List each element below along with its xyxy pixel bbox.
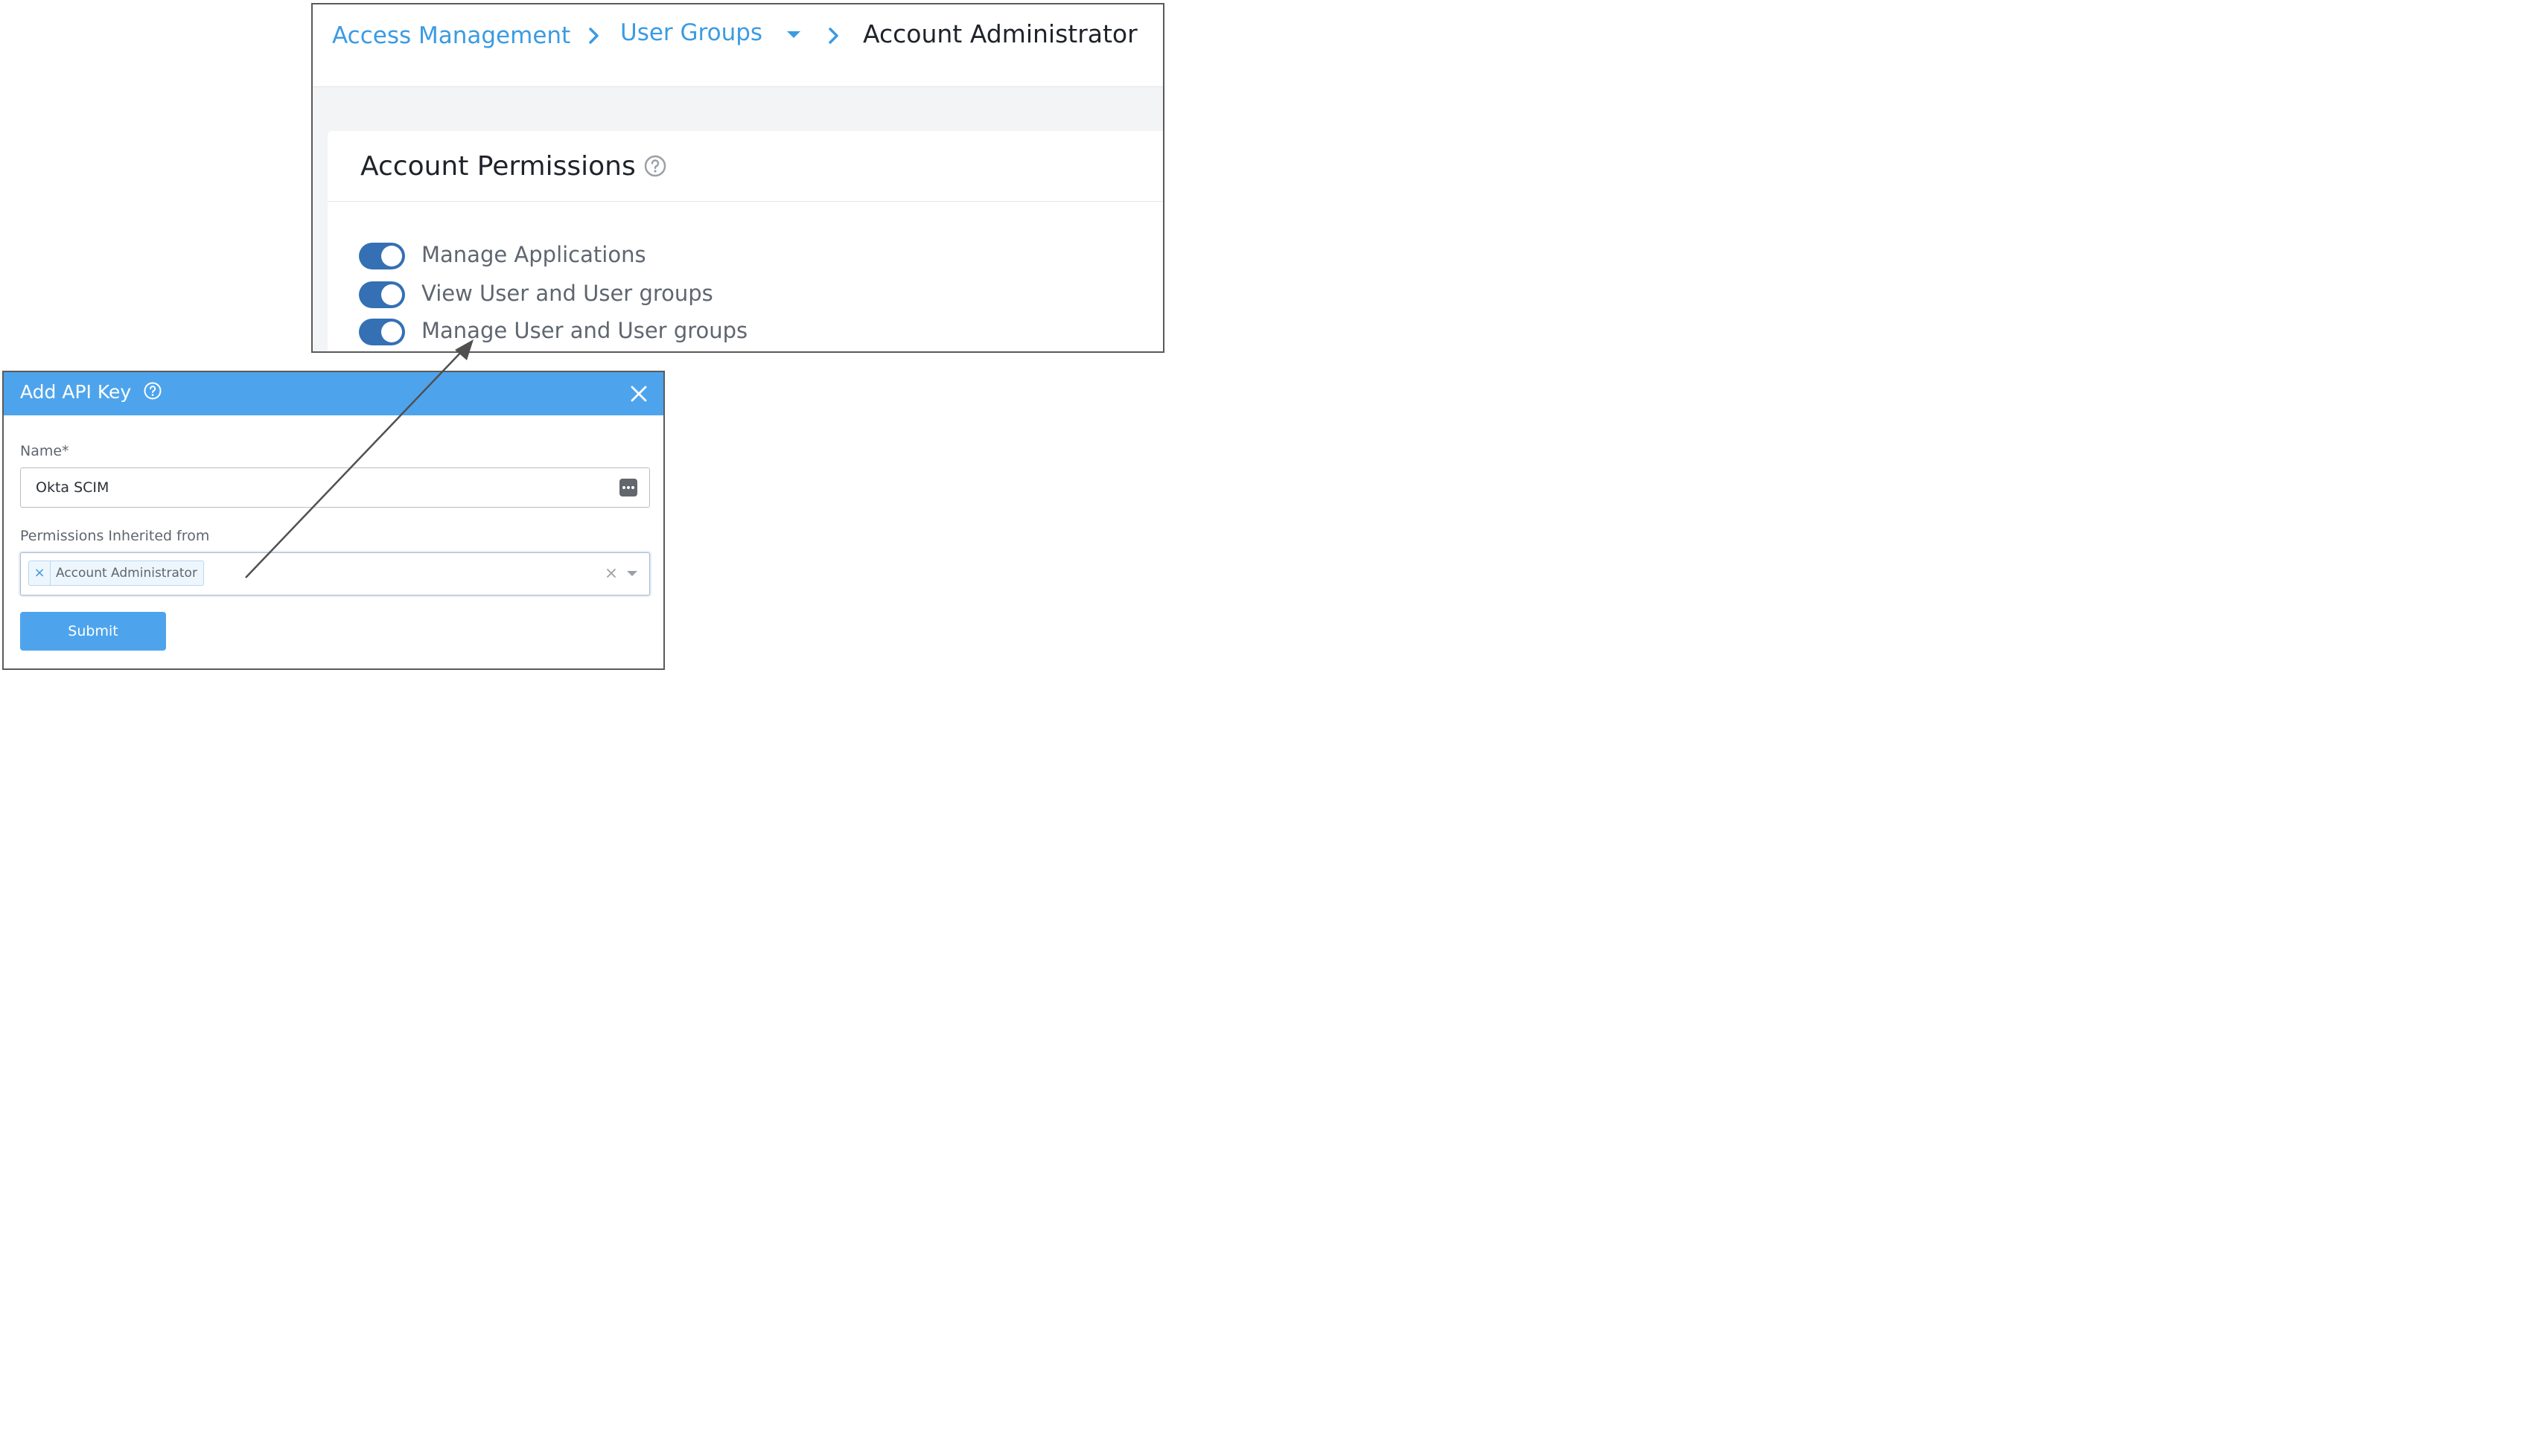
toggle-manage-user-groups[interactable] [359,319,405,345]
breadcrumb: Access Management User Groups Account Ad… [313,4,1163,87]
breadcrumb-user-groups[interactable]: User Groups [620,18,762,48]
password-dots-icon[interactable] [619,479,637,496]
chevron-right-icon [589,28,599,44]
breadcrumb-account-administrator: Account Administrator [863,19,1138,48]
help-icon[interactable] [644,155,666,177]
permission-label: Manage Applications [421,242,646,267]
toggle-manage-applications[interactable] [359,243,405,269]
close-icon[interactable] [629,384,649,403]
toggle-knob [381,246,402,266]
caret-down-icon[interactable] [627,571,637,576]
user-group-permissions-panel: Access Management User Groups Account Ad… [311,3,1164,353]
add-api-key-dialog: Add API Key Name* Okta SCIM Permissions … [2,371,665,670]
dialog-title: Add API Key [20,381,132,403]
selected-tag: × Account Administrator [28,561,204,586]
permissions-inherited-label: Permissions Inherited from [20,528,210,544]
breadcrumb-access-management[interactable]: Access Management [332,21,570,51]
toggle-view-user-groups[interactable] [359,281,405,308]
submit-button[interactable]: Submit [20,612,166,651]
help-icon[interactable] [144,382,162,400]
account-permissions-card: Account Permissions Manage Applications … [328,131,1163,351]
name-input[interactable]: Okta SCIM [20,467,650,508]
dialog-header: Add API Key [4,372,663,415]
account-permissions-title: Account Permissions [360,151,636,182]
name-value: Okta SCIM [36,479,109,496]
toggle-knob [381,322,402,342]
account-permissions-header: Account Permissions [328,131,1163,202]
selected-tag-label: Account Administrator [56,566,197,581]
permission-label: Manage User and User groups [421,318,748,343]
toggle-knob [381,284,402,305]
name-label: Name* [20,443,69,459]
permissions-inherited-select[interactable]: × Account Administrator [20,552,650,596]
caret-down-icon[interactable] [787,31,800,38]
permission-label: View User and User groups [421,281,713,306]
chevron-right-icon [829,28,838,44]
clear-icon[interactable] [606,568,616,578]
remove-tag-icon[interactable]: × [29,561,51,585]
